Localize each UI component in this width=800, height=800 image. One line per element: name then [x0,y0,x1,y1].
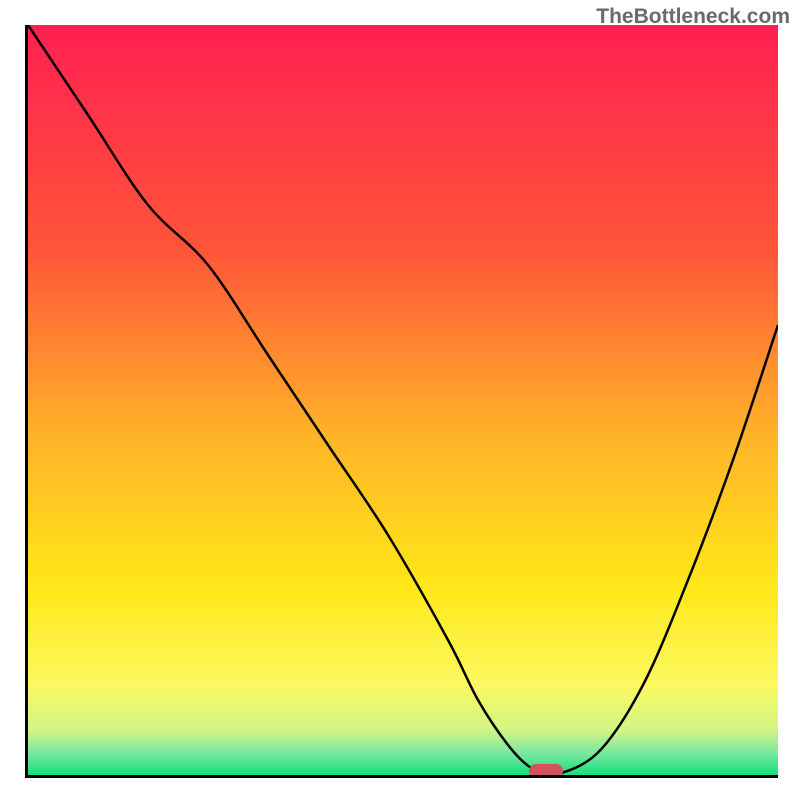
optimal-marker [529,764,563,778]
chart-container: TheBottleneck.com [0,0,800,800]
watermark-text: TheBottleneck.com [596,5,790,29]
gradient-background [28,25,778,775]
plot-area [25,25,778,778]
